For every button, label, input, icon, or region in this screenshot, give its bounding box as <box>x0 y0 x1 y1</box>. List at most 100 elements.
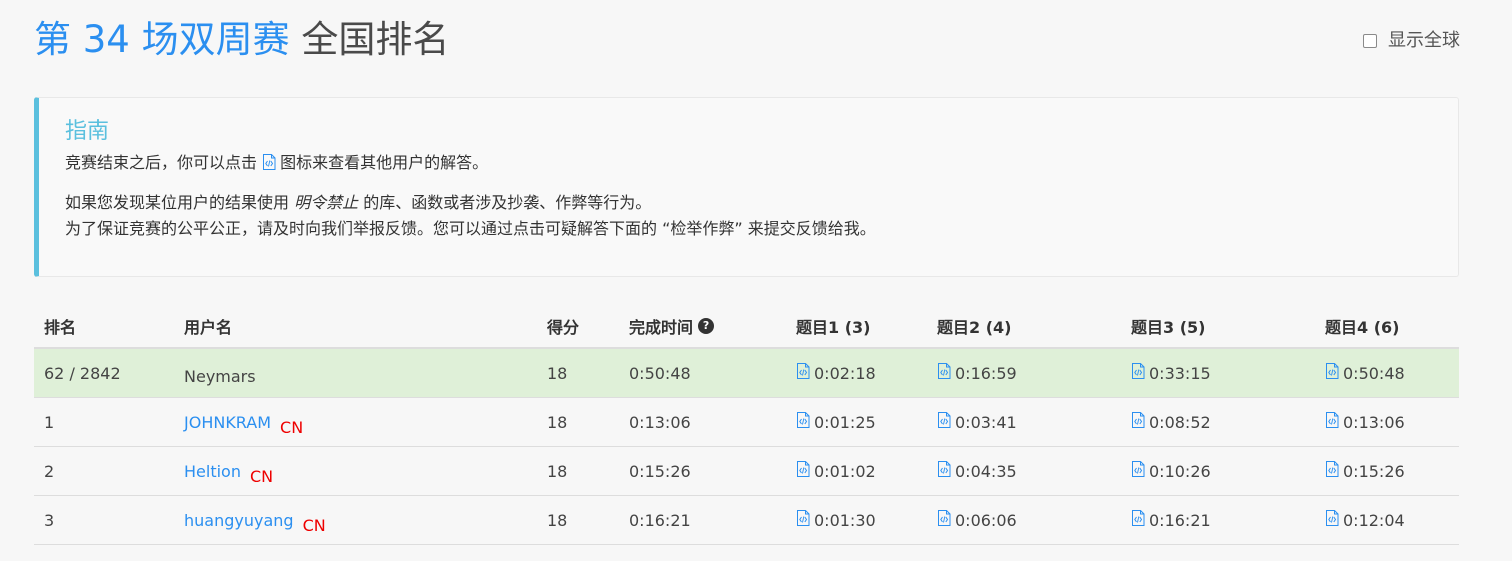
question-3-time: 0:08:52 <box>1149 412 1211 432</box>
guide-line-2-emphasis: 明令禁止 <box>294 193 359 212</box>
question-1-time: 0:01:30 <box>814 510 876 530</box>
question-3-solution[interactable]: 0:16:21 <box>1131 496 1211 544</box>
code-file-icon[interactable] <box>796 461 810 477</box>
question-2-time: 0:16:59 <box>955 363 1017 383</box>
finish-time-cell: 0:15:26 <box>629 461 691 481</box>
guide-title: 指南 <box>65 119 110 144</box>
score-cell: 18 <box>547 363 568 383</box>
user-cell: Heltion CN <box>184 447 273 495</box>
score-cell: 18 <box>547 412 568 432</box>
table-row: 2 Heltion CN 18 0:15:26 0:01:02 0:04:35 … <box>34 447 1459 496</box>
code-file-icon[interactable] <box>937 510 951 526</box>
table-header: 排名 用户名 得分 完成时间 ? 题目1 (3) 题目2 (4) 题目3 (5)… <box>34 304 1459 349</box>
question-4-time: 0:15:26 <box>1343 461 1405 481</box>
user-link[interactable]: Heltion <box>184 462 241 481</box>
header-question-4[interactable]: 题目4 (6) <box>1325 304 1399 347</box>
question-2-time: 0:04:35 <box>955 461 1017 481</box>
question-circle-icon[interactable]: ? <box>698 317 715 334</box>
question-2-solution[interactable]: 0:16:59 <box>937 349 1017 397</box>
question-4-solution[interactable]: 0:13:06 <box>1325 398 1405 446</box>
code-file-icon[interactable] <box>1131 461 1145 477</box>
guide-panel: 指南 竞赛结束之后，你可以点击 图标来查看其他用户的解答。 如果您发现某位用户的… <box>34 97 1459 277</box>
question-2-solution[interactable]: 0:03:41 <box>937 398 1017 446</box>
code-file-icon[interactable] <box>1325 412 1339 428</box>
question-2-time: 0:06:06 <box>955 510 1017 530</box>
region-badge: CN <box>280 417 304 437</box>
guide-line-1-after: 图标来查看其他用户的解答。 <box>280 153 489 172</box>
question-4-time: 0:13:06 <box>1343 412 1405 432</box>
rank-cell: 2 <box>44 461 55 481</box>
question-2-solution[interactable]: 0:06:06 <box>937 496 1017 544</box>
question-1-solution[interactable]: 0:02:18 <box>796 349 876 397</box>
self-rank-row: 62 / 2842 Neymars 18 0:50:48 0:02:18 0:1… <box>34 349 1459 398</box>
show-global-toggle[interactable]: 显示全球 <box>1363 29 1460 53</box>
score-cell: 18 <box>547 461 568 481</box>
question-1-time: 0:01:25 <box>814 412 876 432</box>
table-row: 1 JOHNKRAM CN 18 0:13:06 0:01:25 0:03:41… <box>34 398 1459 447</box>
region-badge: CN <box>302 515 326 535</box>
region-badge: CN <box>249 466 274 486</box>
guide-line-2-before: 如果您发现某位用户的结果使用 <box>65 193 290 212</box>
code-file-icon[interactable] <box>1325 363 1339 379</box>
code-file-icon[interactable] <box>1325 461 1339 477</box>
question-2-solution[interactable]: 0:04:35 <box>937 447 1017 495</box>
header-finish-time-label: 完成时间 <box>629 317 694 337</box>
header-question-3[interactable]: 题目3 (5) <box>1131 304 1205 347</box>
code-file-icon[interactable] <box>1131 412 1145 428</box>
table-row: 3 huangyuyang CN 18 0:16:21 0:01:30 0:06… <box>34 496 1459 545</box>
question-1-solution[interactable]: 0:01:30 <box>796 496 876 544</box>
code-file-icon[interactable] <box>1131 363 1145 379</box>
header-question-2[interactable]: 题目2 (4) <box>937 304 1011 347</box>
question-3-solution[interactable]: 0:33:15 <box>1131 349 1211 397</box>
user-name: Neymars <box>184 366 256 386</box>
contest-name: 第 34 场双周赛 <box>34 18 290 61</box>
code-file-icon[interactable] <box>796 412 810 428</box>
ranking-table: 排名 用户名 得分 完成时间 ? 题目1 (3) 题目2 (4) 题目3 (5)… <box>34 304 1459 561</box>
user-cell: JOHNKRAM CN <box>184 398 303 446</box>
header-user: 用户名 <box>184 317 233 337</box>
question-4-solution[interactable]: 0:15:26 <box>1325 447 1405 495</box>
question-4-solution[interactable]: 0:12:04 <box>1325 496 1405 544</box>
question-1-time: 0:02:18 <box>814 363 876 383</box>
user-link[interactable]: huangyuyang <box>184 511 294 530</box>
question-2-time: 0:03:41 <box>955 412 1017 432</box>
rank-cell: 3 <box>44 510 55 530</box>
guide-line-1-before: 竞赛结束之后，你可以点击 <box>65 153 258 172</box>
code-file-icon[interactable] <box>796 510 810 526</box>
finish-time-cell: 0:16:21 <box>629 510 691 530</box>
question-1-solution[interactable]: 0:01:25 <box>796 398 876 446</box>
question-3-solution[interactable]: 0:10:26 <box>1131 447 1211 495</box>
code-file-icon <box>262 154 276 170</box>
rank-cell: 1 <box>44 412 55 432</box>
guide-line-2-after: 的库、函数或者涉及抄袭、作弊等行为。 <box>363 193 652 212</box>
table-row-partial <box>34 545 1459 561</box>
rank-cell: 62 / 2842 <box>44 363 121 383</box>
header-rank: 排名 <box>44 317 77 337</box>
header-score: 得分 <box>547 317 580 337</box>
question-3-time: 0:33:15 <box>1149 363 1211 383</box>
code-file-icon[interactable] <box>1131 510 1145 526</box>
code-file-icon[interactable] <box>796 363 810 379</box>
question-4-time: 0:12:04 <box>1343 510 1405 530</box>
show-global-checkbox[interactable] <box>1363 34 1377 48</box>
header-finish-time: 完成时间 ? <box>629 304 715 347</box>
code-file-icon[interactable] <box>937 363 951 379</box>
code-file-icon[interactable] <box>937 461 951 477</box>
finish-time-cell: 0:50:48 <box>629 363 691 383</box>
show-global-label: 显示全球 <box>1388 30 1460 51</box>
code-file-icon[interactable] <box>937 412 951 428</box>
question-3-solution[interactable]: 0:08:52 <box>1131 398 1211 446</box>
user-link[interactable]: JOHNKRAM <box>184 413 271 432</box>
question-3-time: 0:10:26 <box>1149 461 1211 481</box>
question-1-time: 0:01:02 <box>814 461 876 481</box>
score-cell: 18 <box>547 510 568 530</box>
question-3-time: 0:16:21 <box>1149 510 1211 530</box>
question-4-solution[interactable]: 0:50:48 <box>1325 349 1405 397</box>
page-title: 第 34 场双周赛 全国排名 <box>34 16 449 64</box>
question-4-time: 0:50:48 <box>1343 363 1405 383</box>
question-1-solution[interactable]: 0:01:02 <box>796 447 876 495</box>
code-file-icon[interactable] <box>1325 510 1339 526</box>
header-question-1[interactable]: 题目1 (3) <box>796 304 870 347</box>
finish-time-cell: 0:13:06 <box>629 412 691 432</box>
guide-line-2: 如果您发现某位用户的结果使用 明令禁止 的库、函数或者涉及抄袭、作弊等行为。 <box>65 190 1432 216</box>
